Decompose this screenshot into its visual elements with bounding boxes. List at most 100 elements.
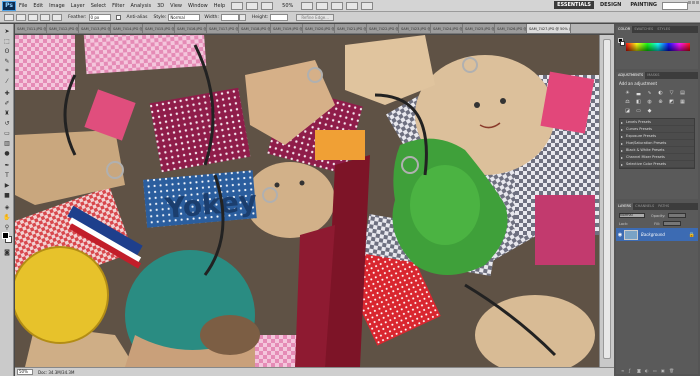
document-tab[interactable]: SAM_7413.JPG @ 5...: [79, 24, 111, 33]
style-select[interactable]: Normal: [168, 13, 201, 21]
brush-tool-icon[interactable]: ✐: [2, 99, 12, 107]
invert-icon[interactable]: ◩: [667, 98, 676, 105]
color-balance-icon[interactable]: ⚖: [623, 98, 632, 105]
menu-edit[interactable]: Edit: [33, 3, 43, 9]
tab-paths[interactable]: PATHS: [656, 203, 671, 210]
photo-filter-icon[interactable]: ◍: [645, 98, 654, 105]
document-tab[interactable]: SAM_7416.JPG @ 5...: [175, 24, 207, 33]
type-tool-icon[interactable]: T: [2, 171, 12, 179]
threshold-icon[interactable]: ◪: [623, 107, 632, 114]
clone-stamp-icon[interactable]: ♜: [2, 109, 12, 117]
levels-icon[interactable]: ▃: [634, 89, 643, 96]
tab-masks[interactable]: MASKS: [645, 72, 661, 79]
preset-channel-mixer[interactable]: Channel Mixer Presets: [620, 154, 694, 161]
hand-tool-icon[interactable]: ✋: [2, 213, 12, 221]
document-tab[interactable]: SAM_7415.JPG @ 5...: [143, 24, 175, 33]
selective-color-icon[interactable]: ◆: [645, 107, 654, 114]
vibrance-icon[interactable]: ▽: [667, 89, 676, 96]
menu-select[interactable]: Select: [91, 3, 106, 9]
quick-mask-icon[interactable]: ◙: [2, 248, 12, 256]
menu-view[interactable]: View: [170, 3, 182, 9]
document-tab[interactable]: SAM_7424.JPG @ 5...: [431, 24, 463, 33]
document-tab[interactable]: SAM_7425.JPG @ 5...: [463, 24, 495, 33]
add-selection-icon[interactable]: [28, 13, 38, 21]
preset-hue-saturation[interactable]: Hue/Saturation Presets: [620, 140, 694, 147]
bridge-button[interactable]: [231, 1, 244, 10]
gradient-map-icon[interactable]: ▭: [634, 107, 643, 114]
healing-brush-icon[interactable]: ✚: [2, 89, 12, 97]
document-tab[interactable]: SAM_7423.JPG @ 5...: [399, 24, 431, 33]
menu-filter[interactable]: Filter: [112, 3, 124, 9]
minimize-icon[interactable]: [688, 1, 691, 4]
arrange-docs-icon[interactable]: [346, 1, 359, 10]
curves-icon[interactable]: ∿: [645, 89, 654, 96]
tab-color[interactable]: COLOR: [616, 26, 633, 33]
zoom-tool-icon[interactable]: ⚲: [2, 223, 12, 231]
layer-name[interactable]: Background: [641, 232, 665, 237]
history-brush-icon[interactable]: ↺: [2, 119, 12, 127]
zoom-level-menu[interactable]: 50%: [282, 3, 293, 9]
document-tab[interactable]: SAM_7426.JPG @ 5...: [495, 24, 527, 33]
view-extras-button[interactable]: [261, 1, 274, 10]
vertical-scrollbar[interactable]: [599, 35, 614, 367]
maximize-icon[interactable]: [692, 1, 695, 4]
preset-curves[interactable]: Curves Presets: [620, 126, 694, 133]
rotate-view-icon[interactable]: [331, 1, 344, 10]
tab-layers[interactable]: LAYERS: [616, 203, 634, 210]
preset-black-white[interactable]: Black & White Presets: [620, 147, 694, 154]
subtract-selection-icon[interactable]: [40, 13, 50, 21]
add-mask-icon[interactable]: ◙: [637, 368, 643, 373]
workspace-painting[interactable]: PAINTING: [627, 1, 660, 9]
document-tab[interactable]: SAM_7421.JPG @ 5...: [335, 24, 367, 33]
document-tab[interactable]: SAM_7417.JPG @ 5...: [207, 24, 239, 33]
menu-file[interactable]: File: [19, 3, 27, 9]
new-selection-icon[interactable]: [16, 13, 26, 21]
tool-preset-picker[interactable]: [4, 13, 14, 21]
hand-quick-icon[interactable]: [301, 1, 314, 10]
tab-swatches[interactable]: SWATCHES: [632, 26, 655, 33]
menu-layer[interactable]: Layer: [71, 3, 85, 9]
height-input[interactable]: [270, 13, 289, 21]
document-tab[interactable]: SAM_7427.JPG @ 50% (RGB/8): [527, 24, 571, 33]
link-layers-icon[interactable]: ∞: [621, 368, 627, 373]
document-info[interactable]: Doc: 34.3M/34.3M: [38, 370, 74, 375]
new-layer-icon[interactable]: ▣: [661, 368, 667, 373]
menu-window[interactable]: Window: [188, 3, 208, 9]
close-icon[interactable]: [696, 1, 699, 4]
black-white-icon[interactable]: ◧: [634, 98, 643, 105]
eyedropper-icon[interactable]: ⁄: [2, 77, 12, 85]
feather-input[interactable]: 0 px: [88, 13, 111, 21]
preset-exposure[interactable]: Exposure Presets: [620, 133, 694, 140]
fill-input[interactable]: [663, 221, 682, 226]
quick-select-icon[interactable]: ✎: [2, 57, 12, 65]
document-tab[interactable]: SAM_7420.JPG @ 5...: [303, 24, 335, 33]
zoom-quick-icon[interactable]: [316, 1, 329, 10]
document-canvas[interactable]: Yokey: [15, 35, 599, 367]
dodge-icon[interactable]: ●: [2, 149, 12, 157]
new-adjustment-icon[interactable]: ◐: [645, 368, 651, 373]
tab-adjustments[interactable]: ADJUSTMENTS: [616, 72, 646, 79]
width-input[interactable]: [220, 13, 239, 21]
foreground-color-swatch[interactable]: [2, 232, 9, 239]
bg-swatch[interactable]: [620, 41, 625, 46]
shape-tool-icon[interactable]: ■: [2, 191, 12, 199]
delete-layer-icon[interactable]: 🗑: [669, 368, 675, 373]
hue-sat-icon[interactable]: ▤: [678, 89, 687, 96]
crop-tool-icon[interactable]: ⌗: [2, 67, 12, 75]
refine-edge-button[interactable]: Refine Edge...: [296, 13, 335, 21]
screen-mode-icon[interactable]: [361, 1, 374, 10]
document-tab[interactable]: SAM_7411.JPG @ 5...: [15, 24, 47, 33]
posterize-icon[interactable]: ▦: [678, 98, 687, 105]
antialias-checkbox[interactable]: [115, 14, 121, 20]
workspace-essentials[interactable]: ESSENTIALS: [554, 1, 594, 9]
document-tab[interactable]: SAM_7419.JPG @ 5...: [271, 24, 303, 33]
workspace-design[interactable]: DESIGN: [597, 1, 624, 9]
intersect-selection-icon[interactable]: [52, 13, 62, 21]
tab-styles[interactable]: STYLES: [655, 26, 672, 33]
lasso-tool-icon[interactable]: ʘ: [2, 47, 12, 55]
move-tool-icon[interactable]: ➤: [2, 27, 12, 35]
pen-tool-icon[interactable]: ✒: [2, 161, 12, 169]
document-tab[interactable]: SAM_7422.JPG @ 5...: [367, 24, 399, 33]
mini-bridge-button[interactable]: [246, 1, 259, 10]
brightness-icon[interactable]: ☀: [623, 89, 632, 96]
